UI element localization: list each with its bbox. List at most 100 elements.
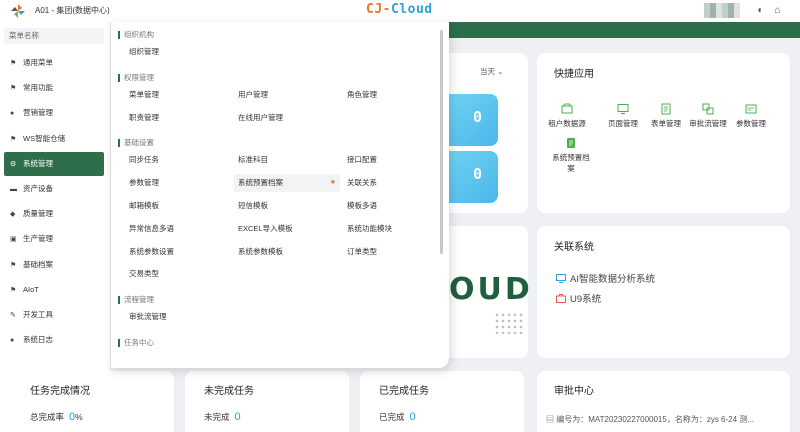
finished-label: 已完成 bbox=[379, 412, 405, 422]
logo-icon bbox=[11, 4, 25, 18]
menu-item[interactable]: 在线用户管理 bbox=[234, 109, 340, 127]
theme-icon[interactable]: ◐ bbox=[754, 4, 767, 17]
flag-icon: ⚑ bbox=[10, 60, 17, 67]
menu-item[interactable]: EXCEL导入模板 bbox=[234, 220, 340, 238]
quick-app-label: 租户数据源 bbox=[548, 119, 586, 128]
approval-center-title: 审批中心 bbox=[554, 386, 594, 397]
related-system-ai[interactable]: AI智能数据分析系统 bbox=[556, 271, 655, 285]
menu-item-label: 交易类型 bbox=[129, 269, 159, 279]
sidebar-item-label: WS智能仓储 bbox=[23, 133, 66, 143]
menu-item[interactable]: 参数管理 bbox=[125, 174, 231, 192]
quick-app-label: 页面管理 bbox=[608, 119, 638, 128]
menu-item[interactable]: 系统功能模块 bbox=[343, 220, 449, 238]
menu-item-label: EXCEL导入模板 bbox=[238, 223, 293, 233]
doc-icon bbox=[567, 138, 575, 148]
menu-item[interactable]: 组织管理 bbox=[125, 43, 231, 61]
quick-app-item[interactable]: 租户数据源 bbox=[545, 103, 589, 129]
related-system-ai-label: AI智能数据分析系统 bbox=[570, 274, 655, 285]
car-icon: ▬ bbox=[10, 186, 17, 193]
menu-item[interactable]: 用户管理 bbox=[234, 86, 340, 104]
sidebar-item[interactable]: ● 系统日志 bbox=[4, 328, 104, 352]
menu-item-label: 用户管理 bbox=[238, 89, 268, 99]
counter-box-2: 0 bbox=[449, 151, 498, 203]
quick-app-item[interactable]: 系统预置档案 bbox=[549, 137, 593, 174]
period-dropdown[interactable]: 当天 ⌄ bbox=[480, 66, 503, 77]
menu-item[interactable]: 审批流管理 bbox=[125, 308, 231, 326]
menu-item[interactable]: 系统参数模板 bbox=[234, 243, 340, 261]
menu-section-title: 流程管理 bbox=[118, 295, 154, 305]
avatar[interactable] bbox=[704, 3, 740, 18]
menu-item[interactable]: 订单类型 bbox=[343, 243, 449, 261]
finished-count: 已完成 0 bbox=[379, 411, 416, 423]
sidebar-item[interactable]: ⚑ 常用功能 bbox=[4, 76, 104, 100]
header-accent-band bbox=[437, 22, 800, 38]
menu-item[interactable]: 关联关系 bbox=[343, 174, 449, 192]
sidebar-item-label: 系统日志 bbox=[23, 335, 53, 345]
sidebar-item[interactable]: ◆ 质量管理 bbox=[4, 202, 104, 226]
menu-search-input[interactable]: 菜单名称 bbox=[4, 28, 104, 44]
flag-icon: ⚑ bbox=[10, 261, 17, 269]
menu-item[interactable]: 系统参数设置 bbox=[125, 243, 231, 261]
quick-app-item[interactable]: 参数管理 bbox=[729, 103, 773, 129]
menu-item-label: 同步任务 bbox=[129, 155, 159, 165]
quick-app-item[interactable]: 表单管理 bbox=[644, 103, 688, 129]
sidebar-item-label: 常用功能 bbox=[23, 83, 53, 93]
approval-item-text: 编号为：MAT20230227000015，名称为：zys 6-24 测... bbox=[556, 415, 754, 424]
menu-item[interactable]: 同步任务 bbox=[125, 151, 231, 169]
user-icon: ● bbox=[10, 110, 15, 118]
sidebar-item[interactable]: ✎ 开发工具 bbox=[4, 303, 104, 327]
sidebar-item[interactable]: ⚑ 通用菜单 bbox=[4, 51, 104, 75]
org-switcher[interactable]: A01 - 集团(数据中心) bbox=[35, 5, 110, 16]
menu-item[interactable]: 职责管理 bbox=[125, 109, 231, 127]
sidebar-item[interactable]: ⚑ 基础档案 bbox=[4, 253, 104, 277]
sidebar-item[interactable]: ⚑ AIoT bbox=[4, 278, 104, 302]
menu-item-label: 异常信息多语 bbox=[129, 223, 174, 233]
menu-item-label: 接口配置 bbox=[347, 155, 377, 165]
favorite-star-icon[interactable]: ★ bbox=[330, 174, 336, 192]
sidebar-item[interactable]: ▬ 资产设备 bbox=[4, 177, 104, 201]
menu-item-label: 菜单管理 bbox=[129, 89, 159, 99]
menu-item[interactable]: 模板多语 bbox=[343, 197, 449, 215]
sidebar-item-label: 系统管理 bbox=[23, 158, 53, 168]
menu-item-label: 订单类型 bbox=[347, 246, 377, 256]
menu-item[interactable]: 菜单管理 bbox=[125, 86, 231, 104]
menu-item[interactable]: 接口配置 bbox=[343, 151, 449, 169]
related-system-u9[interactable]: U9系统 bbox=[556, 291, 601, 305]
menu-search-placeholder: 菜单名称 bbox=[9, 31, 39, 40]
approval-item[interactable]: ▤ 编号为：MAT20230227000015，名称为：zys 6-24 测..… bbox=[546, 414, 754, 425]
tag-icon[interactable]: ⌂ bbox=[771, 4, 784, 17]
menu-item[interactable]: 角色管理 bbox=[343, 86, 449, 104]
top-bar: A01 - 集团(数据中心) CJ-Cloud ◐ ⌂ bbox=[0, 0, 800, 22]
system-menu-panel: 组织机构 组织管理 权限管理 菜单管理 用户管理 角色管理 职责管理 在线用户管理 基础设置 同步… bbox=[111, 22, 449, 368]
unfinished-count: 未完成 0 bbox=[204, 411, 241, 423]
shield-icon: ◆ bbox=[10, 211, 16, 219]
quick-apps-title: 快捷应用 bbox=[554, 69, 594, 80]
menu-item-label: 系统参数模板 bbox=[238, 246, 283, 256]
menu-item[interactable]: 邮箱模板 bbox=[125, 197, 231, 215]
quick-app-label: 表单管理 bbox=[651, 119, 681, 128]
flow-icon bbox=[702, 103, 714, 115]
menu-item[interactable]: 异常信息多语 bbox=[125, 220, 231, 238]
unfinished-title: 未完成任务 bbox=[204, 386, 254, 397]
completion-rate-label: 总完成率 bbox=[30, 412, 65, 422]
menu-item[interactable]: 系统预置档案 ★ bbox=[234, 174, 340, 193]
sidebar-item-label: 开发工具 bbox=[23, 310, 53, 319]
document-icon: ▤ bbox=[546, 415, 554, 424]
sidebar-item[interactable]: ⚑ WS智能仓储 bbox=[4, 127, 104, 151]
db-icon bbox=[561, 103, 573, 114]
related-systems-title: 关联系统 bbox=[554, 242, 594, 253]
menu-section-title: 权限管理 bbox=[118, 73, 154, 83]
quick-app-item[interactable]: 审批流管理 bbox=[686, 103, 730, 129]
menu-item[interactable]: 标准科目 bbox=[234, 151, 340, 169]
sidebar-item[interactable]: ⚙ 系统管理 bbox=[4, 151, 104, 176]
quick-app-item[interactable]: 页面管理 bbox=[601, 103, 645, 129]
menu-item[interactable]: 短信模板 bbox=[234, 197, 340, 215]
sidebar-item[interactable]: ▣ 生产管理 bbox=[4, 227, 104, 251]
menu-item-label: 邮箱模板 bbox=[129, 201, 159, 210]
menu-item[interactable]: 交易类型 bbox=[125, 265, 231, 283]
monitor-icon bbox=[556, 274, 566, 283]
sidebar-item-label: 营销管理 bbox=[23, 108, 53, 118]
counter-2-value: 0 bbox=[473, 165, 483, 183]
sidebar-item[interactable]: ● 营销管理 bbox=[4, 101, 104, 125]
menu-section-title: 任务中心 bbox=[118, 338, 154, 348]
